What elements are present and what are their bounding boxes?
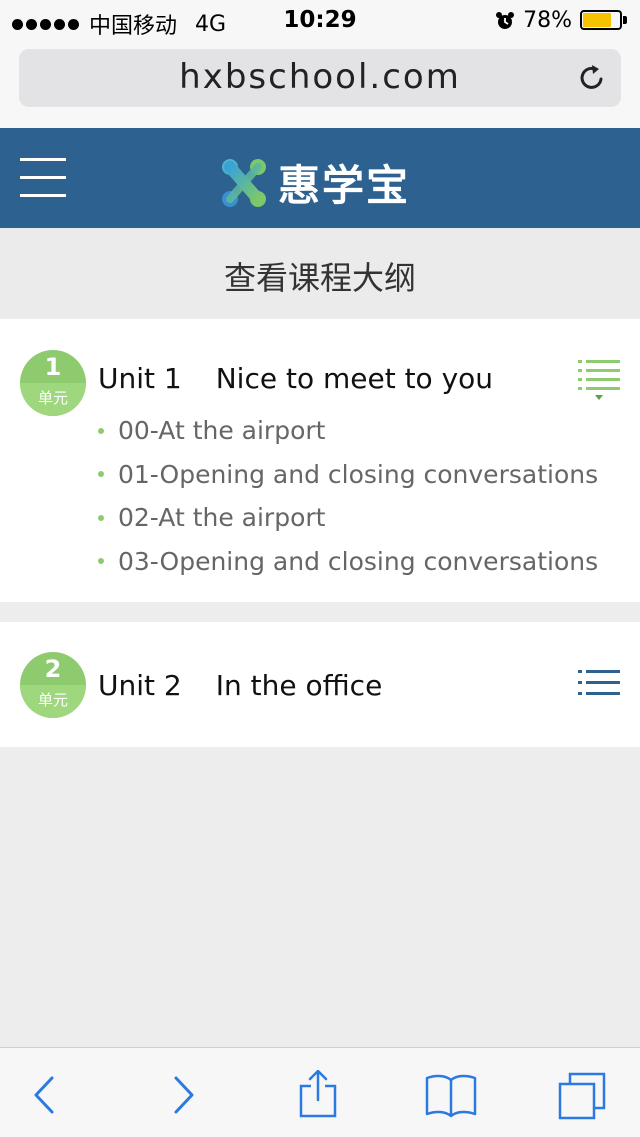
tabs-icon[interactable] — [556, 1070, 612, 1120]
lesson-list: 00-At the airport 01-Opening and closing… — [98, 409, 598, 583]
unit-badge-label: 单元 — [37, 691, 68, 709]
unit-number-badge: 2 单元 — [20, 652, 86, 718]
lesson-title: 02-At the airport — [118, 503, 326, 533]
unit-card-2[interactable]: 2 单元 Unit 2 In the office — [0, 622, 640, 747]
collapse-list-icon[interactable] — [578, 360, 620, 404]
lesson-title: 00-At the airport — [118, 416, 326, 446]
back-icon[interactable] — [22, 1070, 78, 1120]
battery-percent: 78% — [523, 8, 572, 33]
lesson-item[interactable]: 03-Opening and closing conversations — [98, 540, 598, 584]
battery-fill — [583, 12, 611, 27]
logo[interactable]: 惠学宝 — [220, 152, 410, 213]
bookmarks-icon[interactable] — [423, 1070, 479, 1120]
status-bar: 中国移动 4G 10:29 78% — [0, 0, 640, 40]
page-title: 查看课程大纲 — [223, 259, 416, 297]
unit-number-badge: 1 单元 — [20, 350, 86, 416]
app-header: 惠学宝 — [0, 128, 640, 228]
lesson-title: 03-Opening and closing conversations — [118, 546, 599, 576]
logo-mark-icon — [222, 158, 266, 207]
bullet-dot-icon — [98, 558, 104, 565]
share-icon[interactable] — [290, 1070, 346, 1120]
lesson-item[interactable]: 00-At the airport — [98, 409, 598, 453]
bullet-dot-icon — [98, 427, 104, 434]
url-text[interactable]: hxbschool.com — [19, 57, 621, 97]
page-subheader: 查看课程大纲 — [0, 228, 640, 318]
unit-number: 2 — [44, 655, 62, 683]
unit-name: Nice to meet to you — [215, 362, 494, 395]
browser-toolbar — [0, 1047, 640, 1137]
reload-icon[interactable] — [577, 63, 607, 93]
bullet-dot-icon — [98, 514, 104, 521]
browser-address-area: hxbschool.com — [0, 40, 640, 128]
lesson-item[interactable]: 02-At the airport — [98, 496, 598, 540]
unit-number: 1 — [44, 353, 62, 381]
hamburger-menu-icon[interactable] — [20, 158, 66, 198]
address-bar[interactable]: hxbschool.com — [19, 49, 621, 107]
unit-card-1[interactable]: 1 单元 Unit 1 Nice to meet to you 00-At the… — [0, 319, 640, 602]
alarm-icon — [496, 11, 515, 29]
unit-badge-label: 单元 — [37, 389, 68, 407]
status-right: 78% — [495, 8, 628, 33]
unit-title[interactable]: Unit 2 In the office — [98, 669, 382, 702]
lesson-item[interactable]: 01-Opening and closing conversations — [98, 453, 598, 497]
unit-label: Unit 1 — [98, 362, 182, 395]
lesson-title: 01-Opening and closing conversations — [118, 459, 599, 489]
unit-name: In the office — [215, 669, 383, 702]
bullet-dot-icon — [98, 471, 104, 478]
forward-icon[interactable] — [156, 1070, 212, 1120]
expand-list-icon[interactable] — [578, 670, 620, 700]
battery-icon — [580, 9, 628, 32]
logo-text: 惠学宝 — [278, 161, 411, 210]
unit-title[interactable]: Unit 1 Nice to meet to you — [98, 362, 493, 395]
unit-label: Unit 2 — [98, 669, 182, 702]
